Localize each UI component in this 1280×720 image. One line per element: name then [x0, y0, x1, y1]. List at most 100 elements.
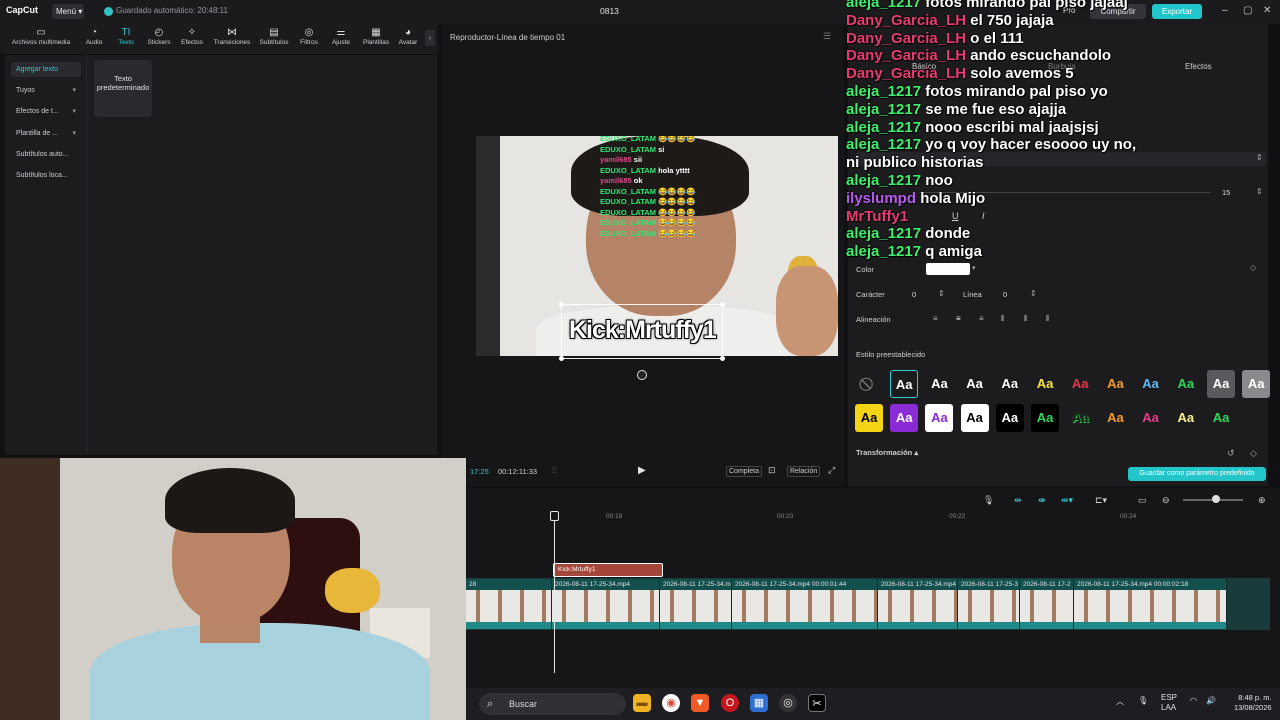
video-clip[interactable]: 2026-08-11 17-25-3	[958, 579, 1020, 629]
preset-white-outline[interactable]: Aa	[890, 370, 919, 398]
brave-icon[interactable]: ▼	[691, 694, 709, 712]
stepper-icon[interactable]: ⇕	[938, 289, 945, 298]
maximize-icon[interactable]: ▢	[1243, 5, 1252, 16]
tool-templates[interactable]: ▦ Plantillas	[359, 27, 393, 51]
zoom-slider-knob[interactable]	[1212, 495, 1220, 503]
preset-white-shadow[interactable]: Aa	[925, 370, 954, 398]
video-clip[interactable]: 2026-08-11 17-25-34.m	[660, 579, 732, 629]
align-center-icon[interactable]: ≡	[956, 314, 961, 323]
clock[interactable]: 8:48 p. m. 13/08/2026	[1234, 693, 1272, 713]
microphone-icon[interactable]: 🎙	[983, 495, 994, 506]
preset-green[interactable]: Aa	[1171, 370, 1200, 398]
tool-adjust[interactable]: ⚌ Ajuste	[328, 27, 354, 51]
chevron-down-icon[interactable]: ▾	[972, 264, 976, 272]
snap-icon[interactable]: ⇹▾	[1061, 495, 1073, 506]
preset-black-box[interactable]: Aa	[995, 404, 1024, 432]
menu-button[interactable]: Menú ▾	[52, 4, 84, 19]
store-icon[interactable]: ▦	[750, 694, 768, 712]
playhead-handle[interactable]	[550, 511, 559, 521]
play-icon[interactable]: ▶	[638, 465, 646, 476]
mic-tray-icon[interactable]: 🎙	[1138, 696, 1148, 705]
save-preset-button[interactable]: Guardar como parámetro predefinido	[1128, 467, 1266, 481]
sidebar-item-yours[interactable]: Tuyos ▾	[11, 83, 81, 98]
keyframe-icon[interactable]: ◇	[1250, 263, 1256, 272]
video-clip[interactable]: 2026-08-11 17-2	[1020, 579, 1074, 629]
tool-transitions[interactable]: ⋈ Transiciones	[211, 27, 253, 51]
video-clip[interactable]: 2026-08-11 17-25-34.mp4 00:00:02:18	[1074, 579, 1227, 629]
player-menu-icon[interactable]: ☰	[823, 31, 831, 42]
caption-icon[interactable]: ▭	[1138, 495, 1147, 506]
color-swatch[interactable]	[926, 263, 970, 275]
transform-label[interactable]: Transformación ▴	[856, 448, 918, 457]
tool-avatar[interactable]: ◕ Avatar	[396, 27, 420, 51]
volume-icon[interactable]: 🔊	[1206, 696, 1216, 705]
sidebar-item-auto-captions[interactable]: Subtítulos auto...	[11, 147, 81, 162]
text-selection-box[interactable]	[561, 304, 723, 359]
file-explorer-icon[interactable]: ▬	[633, 694, 651, 712]
export-button[interactable]: Exportar	[1152, 4, 1202, 19]
video-clip[interactable]: 2026-08-11 17-25-34.mp4	[552, 579, 660, 629]
preset-yellow[interactable]: Aa	[1031, 370, 1059, 398]
align-vertical-2-icon[interactable]: ⦀	[1046, 314, 1050, 324]
tool-filters[interactable]: ◎ Filtros	[297, 27, 321, 51]
obs-icon[interactable]: ◎	[779, 694, 797, 712]
default-text-card[interactable]: Texto predeterminado	[94, 60, 152, 117]
preview-axis-icon[interactable]: ⊏▾	[1095, 495, 1107, 506]
tray-chevron-icon[interactable]: ︿	[1116, 696, 1124, 707]
capcut-icon[interactable]: ✂	[808, 694, 826, 712]
resize-handle[interactable]	[559, 302, 564, 307]
resize-handle[interactable]	[559, 356, 564, 361]
size-value[interactable]: 15	[1222, 186, 1252, 199]
project-name[interactable]: 0813	[600, 6, 619, 16]
sidebar-item-templates[interactable]: Plantilla de ... ▾	[11, 126, 81, 141]
zoom-out-icon[interactable]: ⊖	[1162, 495, 1170, 506]
full-quality-button[interactable]: Completa	[726, 466, 762, 477]
preset-white-plain[interactable]: Aa	[960, 370, 989, 398]
link-icon[interactable]: ⇹	[1014, 495, 1022, 506]
video-clip[interactable]: 2026-08-11 17-25-34.mp4 00:00	[878, 579, 958, 629]
tool-audio[interactable]: ◔ Audio	[82, 27, 106, 51]
minimize-icon[interactable]: –	[1222, 5, 1228, 16]
video-clip[interactable]: 2026-08-11 17-25-34.mp4 00:00:01:44	[732, 579, 878, 629]
preset-white-box[interactable]: Aa	[960, 404, 989, 432]
tab-effects[interactable]: Efectos	[1185, 62, 1212, 71]
preset-gray-box[interactable]: Aa	[1207, 370, 1235, 398]
resize-handle[interactable]	[720, 356, 725, 361]
reset-icon[interactable]: ↺	[1227, 448, 1235, 459]
text-clip[interactable]: Kick:Mrtuffy1	[553, 563, 663, 577]
preset-black-green[interactable]: Aa	[1031, 404, 1059, 432]
sidebar-item-local-captions[interactable]: Subtítulos loca...	[11, 168, 81, 183]
stepper-icon[interactable]: ⇕	[1256, 187, 1263, 196]
stepper-icon[interactable]: ⇕	[1030, 289, 1037, 298]
keyframe-icon[interactable]: ◇	[1250, 448, 1257, 459]
taskbar-search[interactable]: ⌕ Buscar	[479, 693, 626, 715]
preset-green-2[interactable]: Aa	[1207, 404, 1235, 432]
preset-pink[interactable]: Aa	[1136, 404, 1165, 432]
resize-handle[interactable]	[720, 302, 725, 307]
magnet-icon[interactable]: ⇼	[1038, 495, 1046, 506]
opera-icon[interactable]: O	[721, 694, 739, 712]
preset-glow-yellow[interactable]: Aa	[1171, 404, 1200, 432]
language-indicator[interactable]: ESP LAA	[1161, 693, 1177, 713]
align-left-icon[interactable]: ≡	[933, 314, 938, 323]
tool-stickers[interactable]: ◴ Stickers	[145, 27, 173, 51]
chrome-icon[interactable]: ◉	[662, 694, 680, 712]
tool-text[interactable]: TI Texto	[114, 27, 138, 51]
video-clip[interactable]: 28	[466, 579, 552, 629]
align-justify-icon[interactable]: ⦀	[1001, 314, 1005, 324]
align-vertical-icon[interactable]: ⦀	[1024, 314, 1028, 324]
align-right-icon[interactable]: ≡	[979, 314, 984, 323]
sidebar-item-text-effects[interactable]: Efectos de t... ▾	[11, 104, 81, 119]
preset-white-black-stroke[interactable]: Aa	[995, 370, 1024, 398]
fullscreen-icon[interactable]: ⤢	[828, 465, 835, 476]
preset-purple-box[interactable]: Aa	[890, 404, 919, 432]
preset-orange[interactable]: Aa	[1101, 370, 1130, 398]
preset-none[interactable]: ⃠	[855, 370, 883, 398]
preset-light-gray-box[interactable]: Aa	[1242, 370, 1271, 398]
zoom-in-icon[interactable]: ⊕	[1258, 495, 1266, 506]
close-icon[interactable]: ✕	[1263, 5, 1271, 16]
tool-effects[interactable]: ✧ Efectos	[178, 27, 206, 51]
preset-red[interactable]: Aa	[1066, 370, 1095, 398]
tool-captions[interactable]: ▤ Subtítulos	[256, 27, 292, 51]
rotate-handle-icon[interactable]	[637, 370, 647, 380]
